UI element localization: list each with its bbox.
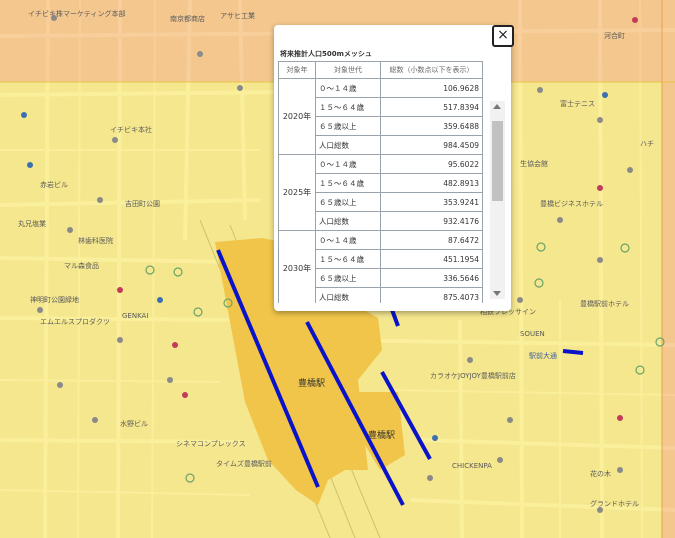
year-cell: 2025年 <box>278 154 316 231</box>
map-label-fuji: 富士テニス <box>560 100 595 108</box>
map-label-akahara: 赤岩ビル <box>40 181 68 189</box>
value-cell: 106.9628 <box>380 78 483 98</box>
value-cell: 932.4176 <box>380 211 483 231</box>
map-label-maru: マル森食品 <box>64 262 99 270</box>
map-label-hananoki: 花の木 <box>590 470 611 478</box>
generation-cell: 人口総数 <box>315 211 381 231</box>
map-label-toyohashi-station-2: 豊橋駅 <box>368 431 396 441</box>
year-cell: 2020年 <box>278 78 316 155</box>
value-cell: 875.4073 <box>380 287 483 303</box>
generation-cell: １５～６４歳 <box>315 249 381 269</box>
map-label-asahi: アサヒ工業 <box>220 12 255 20</box>
popup-close-button[interactable]: × <box>492 25 514 47</box>
map-label-cinema: シネマコンプレックス <box>176 440 246 448</box>
table-header-row: 対象年 対象世代 総数（小数点以下を表示） <box>278 61 483 79</box>
map-label-mizuno: 水野ビル <box>120 420 148 428</box>
map-label-toyohashi-station: 豊橋駅 <box>298 379 326 389</box>
value-cell: 353.9241 <box>380 192 483 212</box>
value-cell: 336.5646 <box>380 268 483 288</box>
map-label-yoshida-park: 吉田町公園 <box>125 200 160 208</box>
map-label-seikyo: 生協会館 <box>520 160 548 168</box>
value-cell: 359.6488 <box>380 116 483 136</box>
map-label-south-kyoto: 南京都商店 <box>170 15 205 23</box>
map-label-hayashi-dental: 林歯科医院 <box>78 237 113 245</box>
value-cell: 517.8394 <box>380 97 483 117</box>
map-label-jinmei: 神明町公園緑地 <box>30 296 79 304</box>
header-generation: 対象世代 <box>315 61 381 79</box>
generation-cell: １５～６４歳 <box>315 97 381 117</box>
table-row: 2020年 ０～１４歳 106.9628 <box>278 78 483 155</box>
value-cell: 482.8913 <box>380 173 483 193</box>
generation-cell: ０～１４歳 <box>315 154 381 174</box>
value-cell: 87.6472 <box>380 230 483 250</box>
map-label-bizen: 豊橋ビジネスホテル <box>540 200 603 208</box>
scroll-up-arrow-icon[interactable] <box>493 104 501 109</box>
generation-cell: ０～１４歳 <box>315 230 381 250</box>
map-label-station-hotel: 豊橋駅前ホテル <box>580 300 629 308</box>
map-label-marketing: イチビキ株マーケティング本部 <box>28 10 126 18</box>
generation-cell: 人口総数 <box>315 135 381 155</box>
generation-cell: ６５歳以上 <box>315 192 381 212</box>
map-label-hachi: ハチ <box>640 140 654 148</box>
mesh-info-popup: 将来推計人口500mメッシュ 対象年 対象世代 総数（小数点以下を表示） 202… <box>274 25 511 311</box>
scrollbar-thumb[interactable] <box>492 121 503 201</box>
population-table-container[interactable]: 対象年 対象世代 総数（小数点以下を表示） 2020年 ０～１４歳 106.96… <box>278 61 496 303</box>
scroll-down-arrow-icon[interactable] <box>493 291 501 296</box>
value-cell: 451.1954 <box>380 249 483 269</box>
map-label-genkai: GENKAI <box>122 312 149 320</box>
generation-cell: 人口総数 <box>315 287 381 303</box>
map-label-karaoke: カラオケJOYJOY豊橋駅前店 <box>430 372 516 380</box>
generation-cell: ０～１４歳 <box>315 78 381 98</box>
map-label-souen: SOUEN <box>520 330 545 338</box>
map-label-ekimae: 駅前大通 <box>529 352 557 360</box>
popup-scrollbar[interactable] <box>490 101 505 299</box>
table-row: 2030年 ０～１４歳 87.6472 <box>278 230 483 303</box>
map-label-kawai: 河合町 <box>604 32 625 40</box>
value-cell: 95.6022 <box>380 154 483 174</box>
map-label-lorem: グランドホテル <box>590 500 639 508</box>
map-label-emulsion: エムエルスプロダクツ <box>40 318 110 326</box>
generation-cell: ６５歳以上 <box>315 116 381 136</box>
value-cell: 984.4509 <box>380 135 483 155</box>
map-label-maruyo: 丸兄塩業 <box>18 220 46 228</box>
table-row: 2025年 ０～１４歳 95.6022 <box>278 154 483 231</box>
population-table: 対象年 対象世代 総数（小数点以下を表示） 2020年 ０～１４歳 106.96… <box>278 61 483 303</box>
map-label-chikenpa: CHICKENPA <box>452 462 492 470</box>
year-cell: 2030年 <box>278 230 316 303</box>
header-year: 対象年 <box>278 61 316 79</box>
map-label-ichibiki: イチビキ本社 <box>110 126 152 134</box>
map-label-saikyo: タイムズ豊橋駅前 <box>216 460 272 468</box>
popup-title: 将来推計人口500mメッシュ <box>280 50 372 58</box>
header-total: 総数（小数点以下を表示） <box>380 61 483 79</box>
generation-cell: ６５歳以上 <box>315 268 381 288</box>
generation-cell: １５～６４歳 <box>315 173 381 193</box>
